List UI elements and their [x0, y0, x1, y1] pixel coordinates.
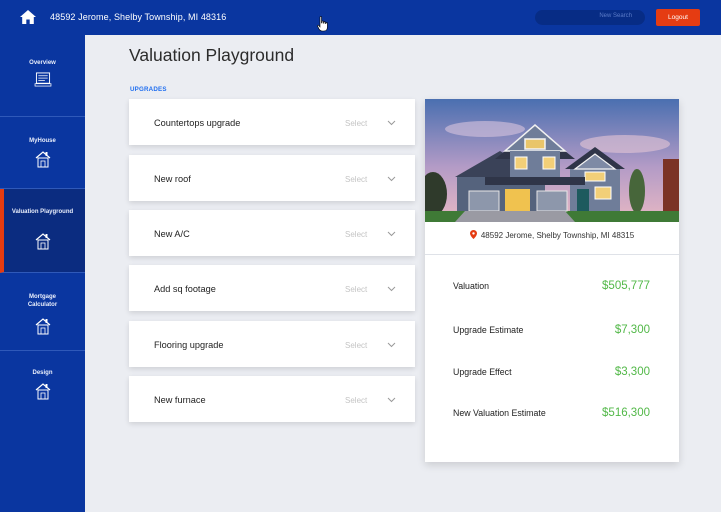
- top-bar: 48592 Jerome, Shelby Township, MI 48316 …: [0, 0, 721, 35]
- logout-button[interactable]: Logout: [656, 9, 700, 26]
- header-address: 48592 Jerome, Shelby Township, MI 48316: [50, 12, 227, 22]
- sidebar-item-myhouse[interactable]: MyHouse: [0, 117, 85, 189]
- upgrade-label: Flooring upgrade: [154, 340, 224, 350]
- valuation-label: Valuation: [453, 281, 490, 291]
- house-photo: [425, 99, 679, 222]
- search-input[interactable]: New Search: [535, 10, 645, 25]
- sidebar-item-mortgage-calculator[interactable]: Mortgage Calculator: [0, 273, 85, 351]
- sidebar-item-label: Mortgage Calculator: [27, 294, 58, 308]
- upgrade-select-value: Select: [345, 341, 368, 350]
- upgrade-effect-value: $3,300: [614, 366, 650, 378]
- upgrade-effect-label: Upgrade Effect: [453, 367, 512, 377]
- upgrade-dropdown-furnace[interactable]: New furnace Select: [129, 376, 415, 422]
- sidebar: Overview MyHouse Valuation Playground Mo…: [0, 35, 85, 512]
- chevron-down-icon: [387, 231, 396, 237]
- upgrade-estimate-label: Upgrade Estimate: [453, 325, 524, 335]
- upgrade-dropdown-countertops[interactable]: Countertops upgrade Select: [129, 99, 415, 145]
- chevron-down-icon: [387, 397, 396, 403]
- home-icon[interactable]: [19, 9, 37, 25]
- sidebar-item-overview[interactable]: Overview: [0, 35, 85, 117]
- upgrade-select-value: Select: [345, 285, 368, 294]
- upgrade-select-value: Select: [345, 396, 368, 405]
- chevron-down-icon: [387, 176, 396, 182]
- house-icon: [35, 383, 50, 400]
- upgrade-select-value: Select: [345, 230, 368, 239]
- document-icon: [34, 72, 51, 87]
- house-icon: [35, 151, 50, 168]
- upgrade-label: New A/C: [154, 229, 190, 239]
- section-label-upgrades: UPGRADES: [130, 86, 167, 93]
- location-pin-icon: [469, 230, 477, 239]
- house-icon: [35, 233, 50, 250]
- sidebar-item-label: Design: [32, 370, 53, 376]
- upgrade-dropdown-new-ac[interactable]: New A/C Select: [129, 210, 415, 256]
- page-title: Valuation Playground: [129, 45, 295, 65]
- chevron-down-icon: [387, 342, 396, 348]
- property-location: 48592 Jerome, Shelby Township, MI 48315: [425, 230, 679, 240]
- sidebar-item-label: MyHouse: [29, 138, 56, 144]
- upgrade-label: Add sq footage: [154, 284, 216, 294]
- upgrade-dropdown-flooring[interactable]: Flooring upgrade Select: [129, 321, 415, 367]
- upgrade-select-value: Select: [345, 119, 368, 128]
- valuation-value: $505,777: [602, 280, 650, 292]
- divider: [425, 254, 679, 255]
- upgrade-label: Countertops upgrade: [154, 118, 241, 128]
- sidebar-item-label: Valuation Playground: [11, 209, 74, 215]
- pointer-cursor-icon: [317, 16, 328, 32]
- property-card: 48592 Jerome, Shelby Township, MI 48315 …: [425, 99, 679, 462]
- house-icon: [35, 318, 50, 335]
- new-valuation-estimate-value: $516,300: [602, 407, 650, 419]
- sidebar-item-label: Overview: [29, 60, 56, 66]
- upgrade-dropdown-new-roof[interactable]: New roof Select: [129, 155, 415, 201]
- upgrade-select-value: Select: [345, 175, 368, 184]
- search-placeholder: New Search: [599, 13, 632, 19]
- upgrade-label: New roof: [154, 174, 191, 184]
- chevron-down-icon: [387, 286, 396, 292]
- chevron-down-icon: [387, 120, 396, 126]
- upgrade-estimate-value: $7,300: [614, 324, 650, 336]
- sidebar-item-design[interactable]: Design: [0, 351, 85, 421]
- property-address: 48592 Jerome, Shelby Township, MI 48315: [480, 231, 635, 240]
- sidebar-item-valuation-playground[interactable]: Valuation Playground: [0, 189, 85, 273]
- new-valuation-estimate-label: New Valuation Estimate: [453, 408, 546, 418]
- upgrade-dropdown-sq-footage[interactable]: Add sq footage Select: [129, 265, 415, 311]
- upgrade-label: New furnace: [154, 395, 206, 405]
